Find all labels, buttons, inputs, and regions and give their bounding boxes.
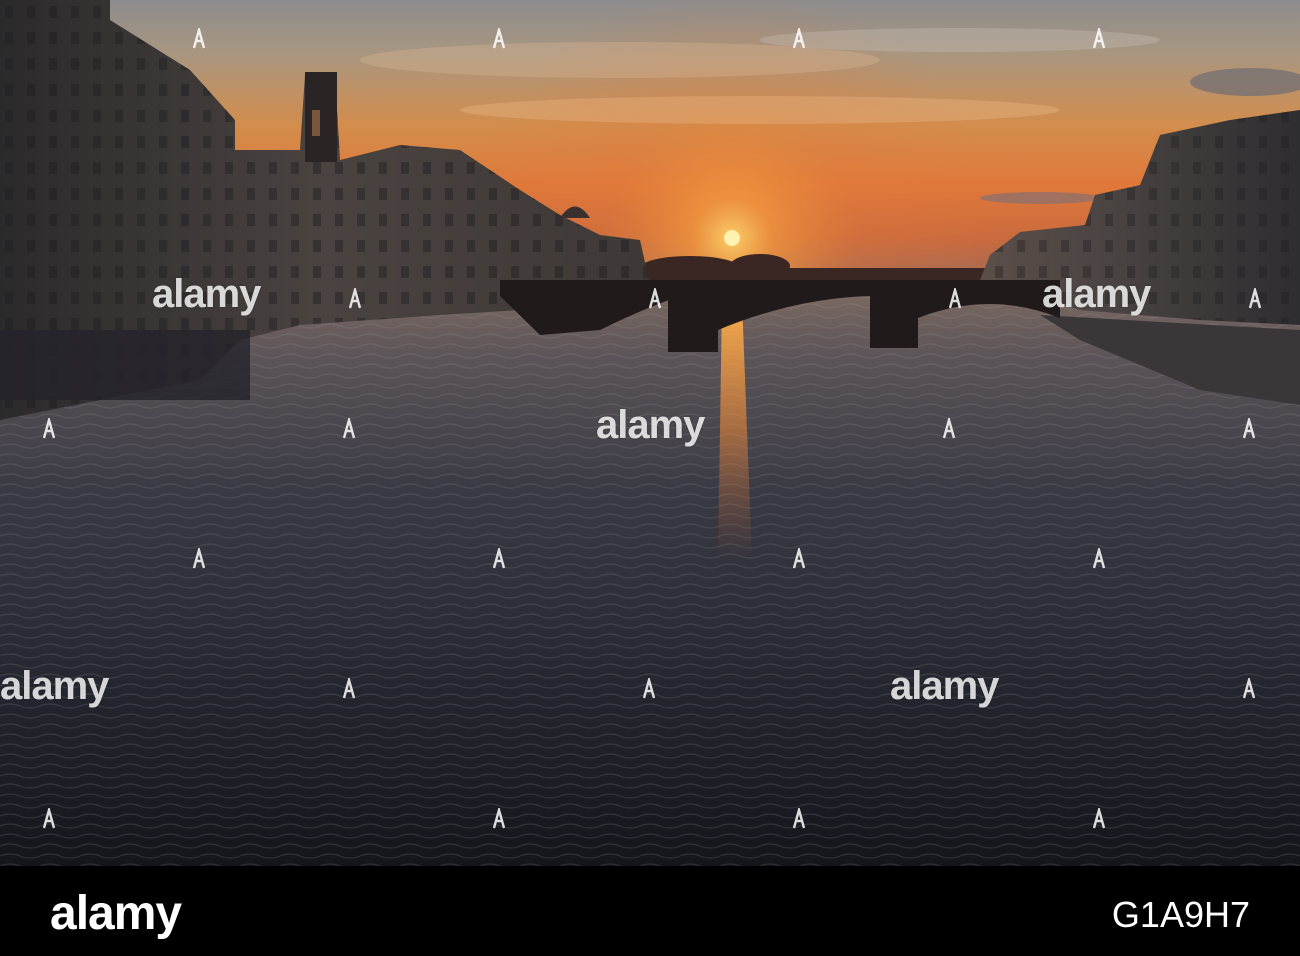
alamy-mark-icon: [42, 418, 56, 439]
watermark-text: alamy: [596, 403, 705, 447]
alamy-mark-icon: [42, 808, 56, 829]
alamy-mark-icon: [192, 548, 206, 569]
watermark-text: alamy: [152, 272, 261, 316]
alamy-mark-icon: [942, 418, 956, 439]
alamy-mark-icon: [1092, 808, 1106, 829]
watermark-footer-bar: alamy G1A9H7: [0, 866, 1300, 956]
alamy-mark-icon: [348, 288, 362, 309]
alamy-mark-icon: [648, 288, 662, 309]
bridge-pier-left: [668, 296, 718, 352]
alamy-mark-icon: [192, 28, 206, 49]
image-id: G1A9H7: [1111, 894, 1250, 935]
stock-photo: alamy alamy alamy alamy alamy alamy G1A9…: [0, 0, 1300, 956]
alamy-mark-icon: [1092, 28, 1106, 49]
sun: [724, 230, 740, 246]
watermark-text: alamy: [0, 664, 109, 708]
alamy-mark-icon: [792, 808, 806, 829]
alamy-mark-icon: [342, 418, 356, 439]
alamy-mark-icon: [1242, 418, 1256, 439]
alamy-mark-icon: [792, 28, 806, 49]
bridge-pier-right: [870, 296, 918, 348]
alamy-logo: alamy: [50, 887, 182, 940]
watermark-text: alamy: [890, 664, 999, 708]
alamy-mark-icon: [1092, 548, 1106, 569]
alamy-mark-icon: [1242, 678, 1256, 699]
bell-tower: [305, 72, 337, 162]
alamy-mark-icon: [342, 678, 356, 699]
alamy-mark-icon: [792, 548, 806, 569]
alamy-mark-icon: [642, 678, 656, 699]
alamy-mark-icon: [948, 288, 962, 309]
alamy-mark-icon: [492, 548, 506, 569]
watermark-text: alamy: [1042, 272, 1151, 316]
alamy-mark-icon: [492, 808, 506, 829]
alamy-mark-icon: [492, 28, 506, 49]
alamy-mark-icon: [1248, 288, 1262, 309]
